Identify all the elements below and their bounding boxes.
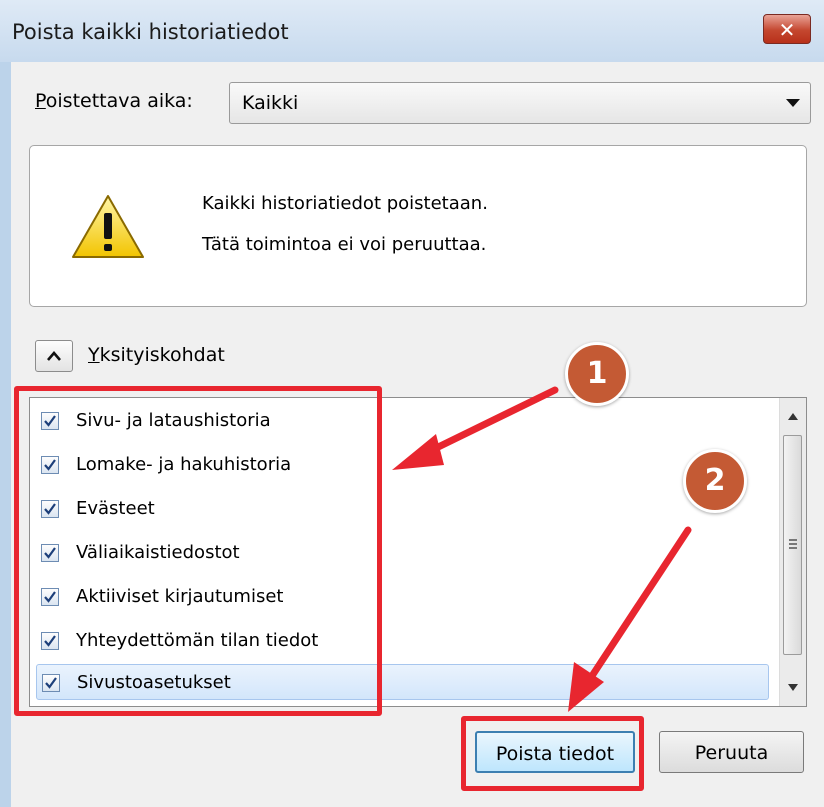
annotation-arrow-1 <box>424 386 559 456</box>
annotation-arrows <box>392 386 692 712</box>
annotation-badge-1: 1 <box>565 342 629 406</box>
annotation-badge-2: 2 <box>683 449 747 513</box>
arrow-head-1-icon <box>392 434 444 470</box>
annotation-arrow-2 <box>584 526 692 686</box>
